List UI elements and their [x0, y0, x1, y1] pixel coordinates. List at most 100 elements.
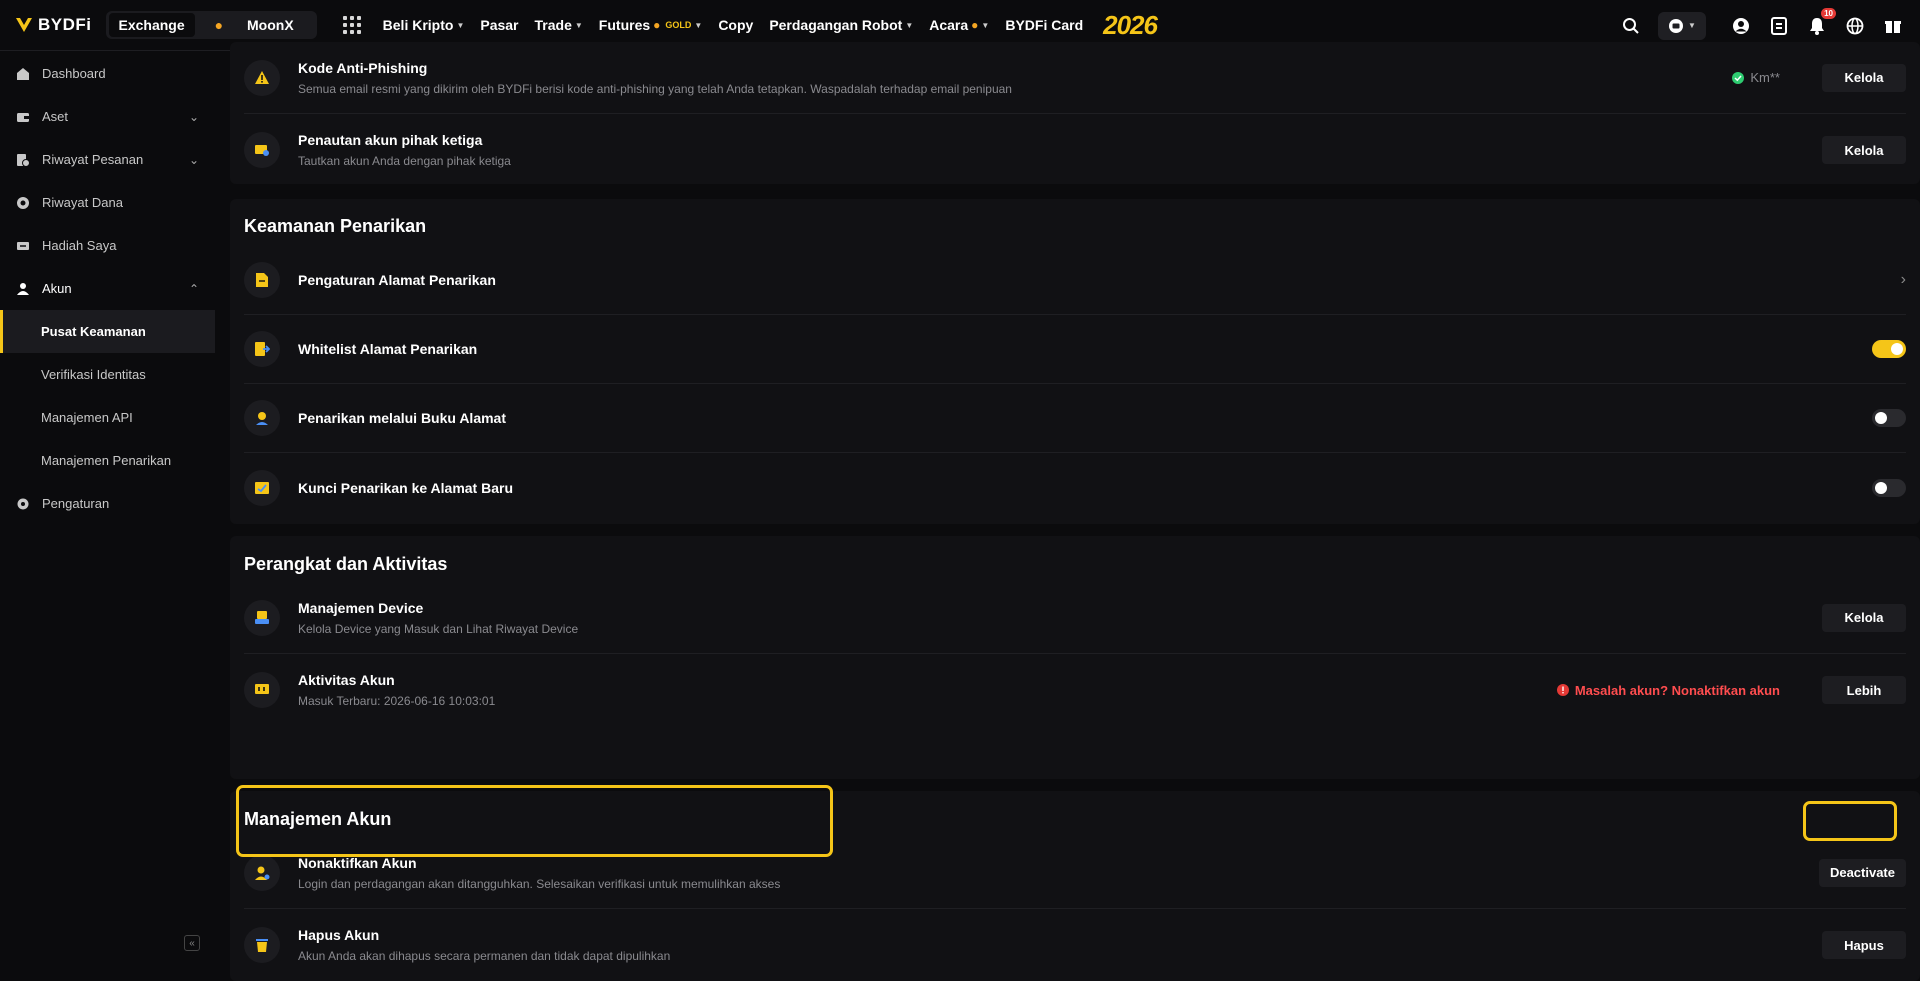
- search-icon[interactable]: [1620, 15, 1642, 37]
- withdrawal-security-card: Keamanan Penarikan Pengaturan Alamat Pen…: [230, 199, 1920, 524]
- address-book-title: Penarikan melalui Buku Alamat: [298, 410, 506, 426]
- device-management-title: Manajemen Device: [298, 599, 424, 616]
- whitelist-row: Whitelist Alamat Penarikan: [244, 315, 1906, 384]
- deactivate-button-highlight: [1803, 801, 1897, 841]
- fund-history-icon: [16, 196, 30, 210]
- deactivate-account-desc: Login dan perdagangan akan ditangguhkan.…: [298, 876, 781, 891]
- chevron-up-icon: ⌃: [188, 281, 199, 296]
- moonx-tab[interactable]: ● MoonX: [195, 13, 314, 37]
- flame-icon: ●: [653, 18, 661, 32]
- gift-icon[interactable]: [1882, 15, 1904, 37]
- sidebar-item-manajemen-penarikan[interactable]: Manajemen Penarikan: [0, 439, 215, 482]
- bell-icon[interactable]: 10: [1806, 7, 1836, 37]
- third-party-manage-button[interactable]: Kelola: [1822, 136, 1906, 164]
- delete-button[interactable]: Hapus: [1822, 931, 1906, 959]
- whitelist-icon: [244, 331, 280, 367]
- gear-icon: [16, 497, 30, 511]
- user-deactivate-icon: [244, 854, 280, 891]
- withdrawal-address-title: Pengaturan Alamat Penarikan: [298, 272, 496, 288]
- account-activity-row: Aktivitas Akun Masuk Terbaru: 2026-06-16…: [244, 654, 1906, 726]
- warning-triangle-icon: [244, 59, 280, 96]
- nav-trade[interactable]: Trade ▼: [535, 17, 583, 33]
- caret-down-icon: ▼: [905, 20, 914, 30]
- anti-phishing-manage-button[interactable]: Kelola: [1822, 63, 1906, 92]
- deactivate-warning-link[interactable]: Masalah akun? Nonaktifkan akun: [1575, 683, 1780, 698]
- gold-tag: GOLD: [665, 20, 692, 30]
- sidebar-item-riwayat-pesanan[interactable]: Riwayat Pesanan ⌄: [0, 138, 215, 181]
- lock-address-icon: [244, 469, 280, 506]
- notification-badge: 10: [1821, 7, 1836, 19]
- sidebar: Dashboard Aset ⌄ Riwayat Pesanan ⌄ Riway…: [0, 52, 215, 951]
- anti-phishing-desc: Semua email resmi yang dikirim oleh BYDF…: [298, 81, 1012, 96]
- bydfi-logo-icon: [16, 18, 32, 32]
- anti-phishing-row: Kode Anti-Phishing Semua email resmi yan…: [244, 42, 1906, 114]
- whitelist-toggle[interactable]: [1872, 340, 1906, 358]
- whitelist-title: Whitelist Alamat Penarikan: [298, 341, 478, 357]
- check-circle-icon: [1732, 71, 1745, 84]
- chevron-right-icon: ›: [1900, 271, 1906, 288]
- sidebar-item-akun[interactable]: Akun ⌃: [0, 267, 215, 310]
- devices-activity-title: Perangkat dan Aktivitas: [244, 554, 448, 574]
- account-activity-title: Aktivitas Akun: [298, 672, 395, 688]
- withdrawal-security-title: Keamanan Penarikan: [244, 216, 427, 236]
- trash-icon: [244, 927, 280, 963]
- third-party-desc: Tautkan akun Anda dengan pihak ketiga: [298, 154, 511, 168]
- flame-icon: ●: [971, 18, 979, 32]
- nav-acara[interactable]: Acara ● ▼: [929, 17, 989, 33]
- delete-account-row: Hapus Akun Akun Anda akan dihapus secara…: [244, 909, 1906, 981]
- wallet-dropdown[interactable]: ▼: [1658, 11, 1706, 40]
- platform-switch: Exchange ● MoonX: [105, 11, 317, 39]
- download-app-icon[interactable]: [1768, 15, 1790, 37]
- sidebar-item-dashboard[interactable]: Dashboard: [0, 52, 215, 95]
- sidebar-item-manajemen-api[interactable]: Manajemen API: [0, 396, 215, 439]
- third-party-title: Penautan akun pihak ketiga: [298, 132, 483, 148]
- collapse-sidebar-button[interactable]: «: [184, 935, 200, 951]
- home-icon: [16, 67, 30, 81]
- caret-down-icon: ▼: [694, 20, 703, 30]
- globe-icon[interactable]: [1844, 15, 1866, 37]
- nav-robot[interactable]: Perdagangan Robot ▼: [769, 17, 913, 33]
- year-2026-badge[interactable]: 2026: [1103, 10, 1158, 41]
- user-profile-icon[interactable]: [1730, 15, 1752, 37]
- address-book-icon: [244, 400, 280, 436]
- deactivate-row-highlight: [236, 785, 833, 857]
- apps-grid-icon[interactable]: [342, 16, 361, 34]
- third-party-row: Penautan akun pihak ketiga Tautkan akun …: [244, 114, 1906, 186]
- sidebar-item-verifikasi-identitas[interactable]: Verifikasi Identitas: [0, 353, 215, 396]
- sidebar-item-pengaturan[interactable]: Pengaturan: [0, 482, 215, 525]
- deactivate-button[interactable]: Deactivate: [1818, 858, 1906, 887]
- address-book-row: Penarikan melalui Buku Alamat: [244, 384, 1906, 453]
- nav-beli-kripto[interactable]: Beli Kripto ▼: [383, 17, 465, 33]
- nav-pasar[interactable]: Pasar: [480, 17, 518, 33]
- chevron-down-icon: ⌄: [188, 152, 199, 167]
- brand-logo[interactable]: BYDFi: [14, 15, 92, 35]
- exchange-tab[interactable]: Exchange: [108, 13, 195, 37]
- alert-circle-icon: [1556, 684, 1569, 696]
- sidebar-item-aset[interactable]: Aset ⌄: [0, 95, 215, 138]
- order-history-icon: [16, 153, 30, 167]
- sidebar-item-pusat-keamanan[interactable]: Pusat Keamanan: [0, 310, 215, 353]
- address-book-toggle[interactable]: [1872, 409, 1906, 427]
- link-account-icon: [244, 132, 280, 168]
- nav-bydfi-card[interactable]: BYDFi Card: [1005, 17, 1083, 33]
- account-activity-desc: Masuk Terbaru: 2026-06-16 10:03:01: [298, 694, 496, 708]
- nav-copy[interactable]: Copy: [718, 17, 753, 33]
- flame-icon: ●: [214, 17, 224, 33]
- device-manage-button[interactable]: Kelola: [1822, 603, 1906, 632]
- main-content: Kode Anti-Phishing Semua email resmi yan…: [230, 42, 1920, 981]
- device-management-desc: Kelola Device yang Masuk dan Lihat Riway…: [298, 621, 579, 636]
- caret-down-icon: ▼: [1688, 21, 1696, 30]
- user-icon: [16, 282, 30, 296]
- delete-account-title: Hapus Akun: [298, 927, 380, 943]
- brand-name: BYDFi: [38, 15, 92, 34]
- device-management-row: Manajemen Device Kelola Device yang Masu…: [244, 582, 1906, 654]
- caret-down-icon: ▼: [981, 20, 990, 30]
- activity-more-button[interactable]: Lebih: [1822, 676, 1906, 704]
- wallet-icon: [1669, 18, 1684, 33]
- sidebar-item-hadiah-saya[interactable]: Hadiah Saya: [0, 224, 215, 267]
- lock-new-address-toggle[interactable]: [1872, 478, 1906, 497]
- nav-futures[interactable]: Futures ● GOLD ▼: [599, 17, 703, 33]
- withdrawal-address-row[interactable]: Pengaturan Alamat Penarikan ›: [244, 246, 1906, 315]
- sidebar-item-riwayat-dana[interactable]: Riwayat Dana: [0, 181, 215, 224]
- main-nav: Beli Kripto ▼ Pasar Trade ▼ Futures ● GOLD ▼ …: [367, 17, 1083, 33]
